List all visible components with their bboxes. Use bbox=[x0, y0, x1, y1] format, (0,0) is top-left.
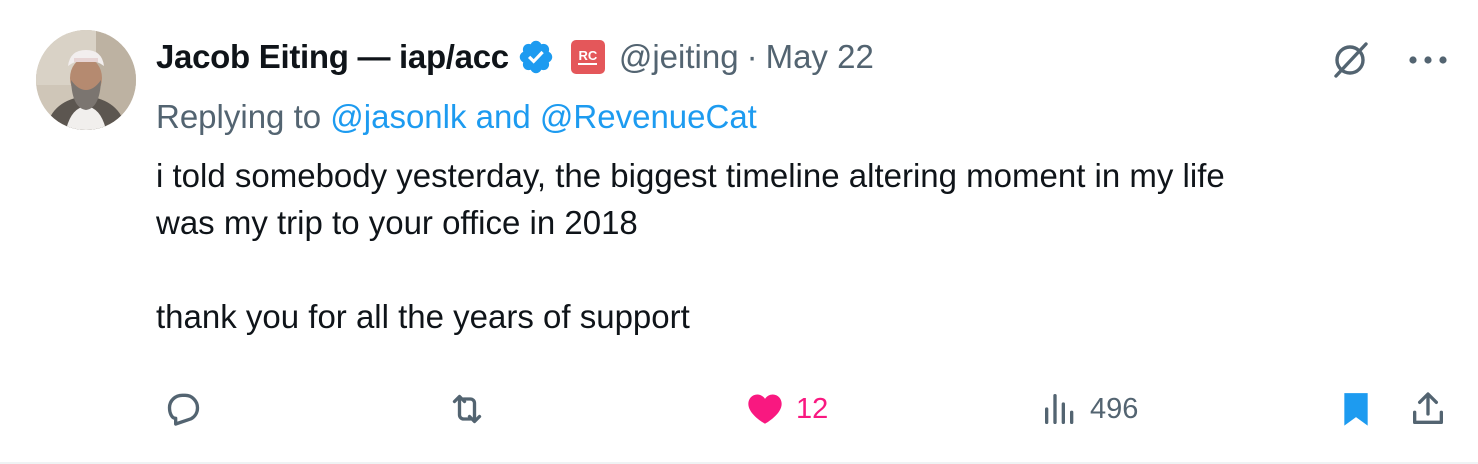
affiliate-badge[interactable]: RC bbox=[570, 40, 605, 74]
like-count: 12 bbox=[796, 392, 829, 425]
tweet-actions: 12 496 bbox=[156, 386, 1452, 432]
tweet-text: i told somebody yesterday, the biggest t… bbox=[156, 157, 1225, 335]
mention-jasonlk[interactable]: @jasonlk bbox=[330, 98, 466, 135]
verified-badge-icon[interactable] bbox=[517, 38, 555, 76]
replying-to-label: Replying to bbox=[156, 98, 331, 135]
tweet-date[interactable]: May 22 bbox=[766, 38, 874, 76]
author-handle[interactable]: @jeiting bbox=[619, 38, 739, 76]
views-button[interactable]: 496 bbox=[1040, 386, 1138, 432]
mention-revenuecat[interactable]: @RevenueCat bbox=[540, 98, 757, 135]
tweet[interactable]: Jacob Eiting — iap/acc RC @jeiting · May… bbox=[0, 0, 1478, 464]
views-count: 496 bbox=[1090, 392, 1139, 425]
more-options-icon[interactable] bbox=[1408, 55, 1448, 65]
views-icon bbox=[1045, 394, 1074, 424]
bookmark-icon bbox=[1344, 393, 1368, 426]
share-button[interactable] bbox=[1408, 386, 1448, 432]
replying-to: Replying to @jasonlk and @RevenueCat bbox=[156, 98, 757, 136]
header-separator: · bbox=[746, 38, 758, 75]
avatar[interactable] bbox=[36, 30, 136, 130]
avatar-image bbox=[36, 30, 136, 130]
like-button[interactable]: 12 bbox=[744, 386, 828, 432]
tweet-header: Jacob Eiting — iap/acc RC @jeiting · May… bbox=[156, 32, 874, 82]
retweet-button[interactable] bbox=[446, 386, 498, 432]
bookmark-button[interactable] bbox=[1336, 386, 1376, 432]
affiliate-badge-label: RC bbox=[578, 48, 598, 65]
retweet-icon bbox=[452, 394, 482, 424]
author-name[interactable]: Jacob Eiting — iap/acc bbox=[156, 38, 509, 76]
top-actions bbox=[1328, 38, 1448, 82]
mention-conjunction: and bbox=[466, 98, 540, 135]
grok-icon[interactable] bbox=[1328, 38, 1372, 82]
heart-icon bbox=[748, 394, 782, 424]
share-icon bbox=[1413, 392, 1443, 424]
reply-button[interactable] bbox=[162, 386, 212, 432]
reply-icon bbox=[167, 393, 200, 426]
